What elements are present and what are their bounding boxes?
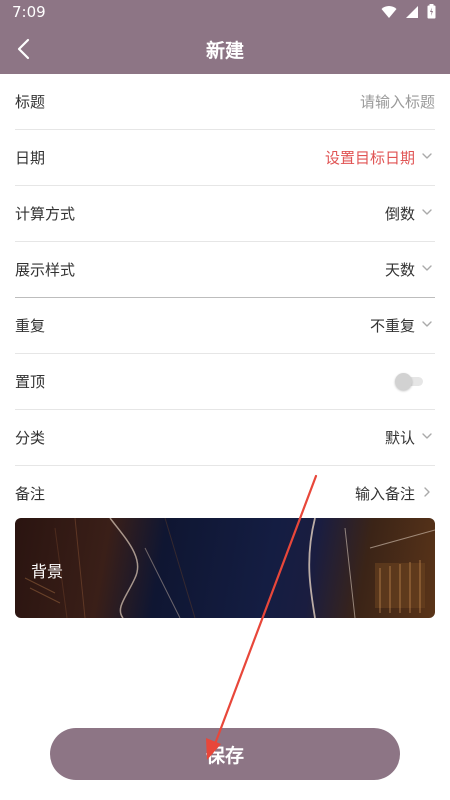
title-input[interactable]: 请输入标题	[360, 91, 435, 112]
status-time: 7:09	[12, 3, 46, 21]
status-icons	[381, 4, 436, 19]
toggle-knob	[395, 373, 412, 390]
note-value[interactable]: 输入备注	[355, 483, 415, 504]
chevron-down-icon	[422, 265, 432, 271]
wifi-icon	[381, 5, 397, 18]
category-row[interactable]: 分类 默认	[15, 410, 435, 466]
title-row[interactable]: 标题 请输入标题	[15, 74, 435, 130]
date-label: 日期	[15, 149, 46, 167]
chevron-down-icon	[422, 153, 432, 159]
chevron-down-icon	[422, 433, 432, 439]
calc-method-value[interactable]: 倒数	[385, 203, 415, 224]
pin-label: 置顶	[15, 373, 46, 391]
save-button[interactable]: 保存	[50, 728, 400, 780]
category-label: 分类	[15, 429, 46, 447]
chevron-down-icon	[422, 209, 432, 215]
calc-method-label: 计算方式	[15, 205, 76, 223]
display-style-value[interactable]: 天数	[385, 259, 415, 280]
status-bar: 7:09	[0, 0, 450, 24]
display-style-row[interactable]: 展示样式 天数	[15, 242, 435, 298]
background-label: 背景	[31, 562, 64, 581]
create-form: 标题 请输入标题 日期 设置目标日期 计算方式 倒数 展示样式 天数 重复 不重…	[0, 74, 450, 521]
title-label: 标题	[15, 93, 46, 111]
repeat-label: 重复	[15, 317, 46, 335]
chevron-right-icon	[424, 487, 430, 497]
page-title: 新建	[205, 40, 244, 62]
background-image	[24, 518, 435, 618]
app-bar: 新建	[0, 24, 450, 74]
battery-icon	[427, 4, 436, 19]
pin-row: 置顶	[15, 354, 435, 410]
repeat-value[interactable]: 不重复	[370, 315, 415, 336]
display-style-label: 展示样式	[15, 261, 76, 279]
category-value[interactable]: 默认	[385, 427, 415, 448]
pin-toggle[interactable]	[395, 373, 425, 390]
chevron-down-icon	[422, 321, 432, 327]
note-label: 备注	[15, 485, 46, 503]
date-row[interactable]: 日期 设置目标日期	[15, 130, 435, 186]
background-picker[interactable]: 背景	[15, 518, 435, 618]
note-row[interactable]: 备注 输入备注	[15, 466, 435, 521]
repeat-row[interactable]: 重复 不重复	[15, 298, 435, 354]
calc-method-row[interactable]: 计算方式 倒数	[15, 186, 435, 242]
signal-icon	[406, 5, 418, 18]
date-value[interactable]: 设置目标日期	[325, 147, 415, 168]
